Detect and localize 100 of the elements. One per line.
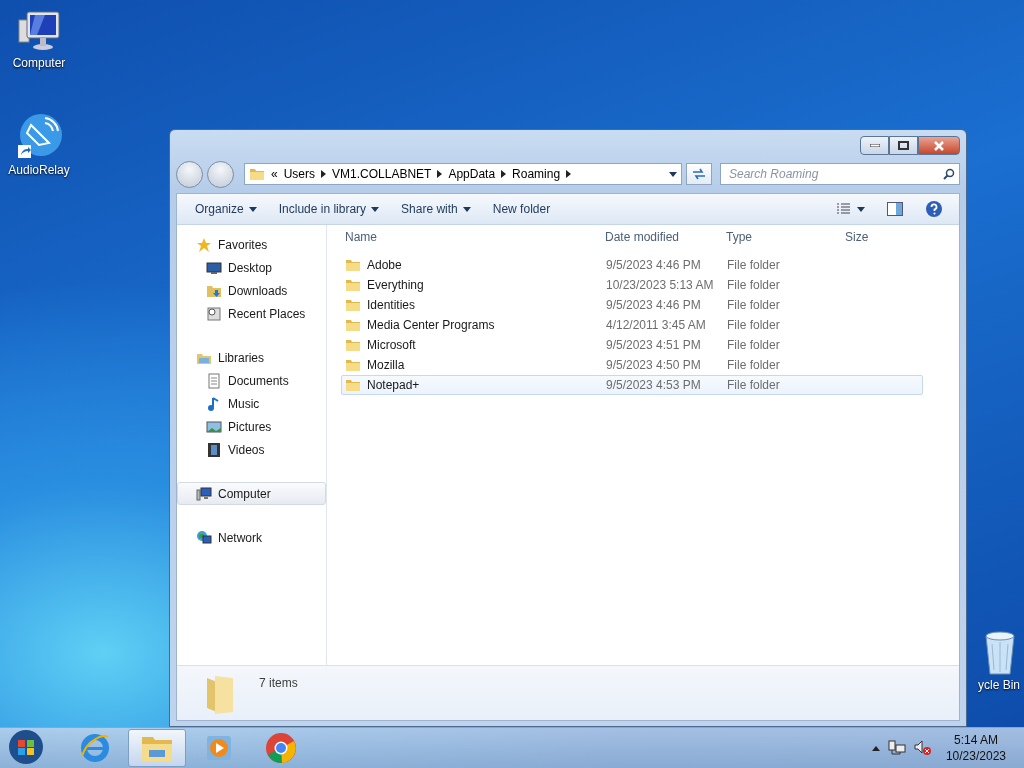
- file-row[interactable]: Identities 9/5/2023 4:46 PM File folder: [341, 295, 923, 315]
- type-cell-text: File folder: [726, 318, 781, 332]
- column-header[interactable]: Size: [841, 230, 921, 244]
- chevron-right-icon: [437, 170, 443, 178]
- folder-icon: [345, 317, 361, 333]
- network-icon: [196, 529, 212, 546]
- browser-e-icon: [79, 732, 111, 764]
- type-cell-text: File folder: [726, 298, 781, 312]
- date-cell-text: 9/5/2023 4:51 PM: [605, 338, 702, 352]
- type-cell-text: File folder: [726, 278, 781, 292]
- details-view-icon: [836, 203, 852, 215]
- computer-icon: [196, 485, 212, 502]
- breadcrumb-item[interactable]: «: [271, 167, 278, 181]
- recent-places-icon: [206, 305, 222, 322]
- network-icon[interactable]: [887, 740, 906, 756]
- minimize-icon: [869, 144, 880, 147]
- breadcrumb-item[interactable]: Users: [283, 167, 316, 181]
- file-row[interactable]: Media Center Programs 4/12/2011 3:45 AM File folder: [341, 315, 923, 335]
- minimize-button[interactable]: [860, 136, 889, 155]
- folder-icon: [345, 377, 361, 393]
- nav-item[interactable]: Recent Places: [177, 302, 326, 325]
- file-row[interactable]: Notepad+ 9/5/2023 4:53 PM File folder: [341, 375, 923, 395]
- caret-icon: [669, 171, 677, 177]
- toolbar-button[interactable]: Include in library: [270, 199, 388, 219]
- file-row[interactable]: Everything 10/23/2023 5:13 AM File folder: [341, 275, 923, 295]
- document-icon: [206, 372, 222, 389]
- toolbar-button[interactable]: Organize: [187, 199, 265, 219]
- column-header[interactable]: Type: [722, 230, 841, 244]
- nav-item[interactable]: Desktop: [177, 256, 326, 279]
- file-name: Mozilla: [367, 358, 405, 372]
- start-button[interactable]: [6, 729, 46, 767]
- speaker-icon: [15, 113, 63, 161]
- date-cell-text: 9/5/2023 4:53 PM: [605, 378, 702, 392]
- folder-icon: [345, 337, 361, 353]
- clock[interactable]: 5:14 AM 10/23/2023: [945, 732, 1006, 764]
- desktop-icon-label[interactable]: Computer: [12, 56, 66, 70]
- refresh-button[interactable]: [686, 163, 712, 185]
- forward-button[interactable]: [207, 160, 234, 188]
- close-icon: [933, 140, 945, 151]
- folder-icon: [345, 297, 361, 313]
- folder-icon: [345, 357, 361, 373]
- file-name: Microsoft: [367, 338, 416, 352]
- date-cell-text: 9/5/2023 4:50 PM: [605, 358, 702, 372]
- column-header[interactable]: Name: [341, 230, 601, 244]
- date-cell-text: 10/23/2023 5:13 AM: [605, 278, 715, 292]
- muted-speaker-icon[interactable]: [913, 740, 932, 756]
- folder-icon: [345, 277, 361, 293]
- caret-icon: [857, 206, 865, 212]
- taskbar-app[interactable]: [128, 729, 186, 767]
- file-name: Adobe: [367, 258, 402, 272]
- search-icon: [943, 168, 955, 180]
- file-row[interactable]: Mozilla 9/5/2023 4:50 PM File folder: [341, 355, 923, 375]
- caret-icon: [248, 206, 257, 212]
- nav-item[interactable]: Network: [177, 526, 326, 549]
- show-hidden-icons-button[interactable]: [871, 745, 880, 751]
- breadcrumb-item[interactable]: VM1.COLLABNET: [332, 167, 432, 181]
- breadcrumb-item[interactable]: Roaming: [512, 167, 561, 181]
- desktop-icon-label[interactable]: ycle Bin: [977, 678, 1020, 692]
- nav-item[interactable]: Pictures: [177, 415, 326, 438]
- chevron-right-icon: [501, 170, 507, 178]
- search-box[interactable]: Search Roaming: [720, 163, 960, 185]
- nav-item[interactable]: Documents: [177, 369, 326, 392]
- file-name: Media Center Programs: [367, 318, 495, 332]
- type-cell-text: File folder: [726, 258, 781, 272]
- back-button[interactable]: [176, 160, 203, 188]
- chrome-icon: [265, 732, 297, 764]
- desktop-icon-label[interactable]: AudioRelay: [8, 163, 70, 177]
- file-name: Everything: [367, 278, 424, 292]
- caret-icon: [462, 206, 471, 212]
- nav-item[interactable]: Computer: [177, 482, 326, 505]
- help-icon: [925, 200, 943, 218]
- close-button[interactable]: [918, 136, 960, 155]
- maximize-button[interactable]: [889, 136, 918, 155]
- date-cell-text: 9/5/2023 4:46 PM: [605, 298, 702, 312]
- nav-item[interactable]: Downloads: [177, 279, 326, 302]
- nav-item[interactable]: Videos: [177, 438, 326, 461]
- refresh-icon: [692, 168, 706, 180]
- maximize-icon: [898, 141, 909, 150]
- picture-icon: [206, 418, 222, 435]
- monitor-icon: [206, 259, 222, 276]
- preview-pane-icon: [887, 202, 903, 216]
- media-player-icon: [204, 733, 234, 763]
- file-name: Identities: [367, 298, 416, 312]
- recycle-bin-icon: [983, 630, 1017, 676]
- column-header[interactable]: Date modified: [601, 230, 722, 244]
- item-count: 7 items: [259, 676, 298, 690]
- file-row[interactable]: Adobe 9/5/2023 4:46 PM File folder: [341, 255, 923, 275]
- toolbar-button[interactable]: New folder: [484, 199, 559, 219]
- breadcrumb-item[interactable]: AppData: [448, 167, 496, 181]
- nav-item[interactable]: Favorites: [177, 233, 326, 256]
- nav-item[interactable]: Libraries: [177, 346, 326, 369]
- chevron-right-icon: [566, 170, 572, 178]
- chevron-right-icon: [321, 170, 327, 178]
- toolbar-button[interactable]: Share with: [393, 199, 479, 219]
- address-bar[interactable]: « Users VM1.COLLABNET AppData Roaming: [244, 163, 682, 185]
- search-field[interactable]: Search Roaming: [727, 166, 943, 182]
- date-cell-text: 9/5/2023 4:46 PM: [605, 258, 702, 272]
- file-row[interactable]: Microsoft 9/5/2023 4:51 PM File folder: [341, 335, 923, 355]
- type-cell-text: File folder: [726, 378, 781, 392]
- nav-item[interactable]: Music: [177, 392, 326, 415]
